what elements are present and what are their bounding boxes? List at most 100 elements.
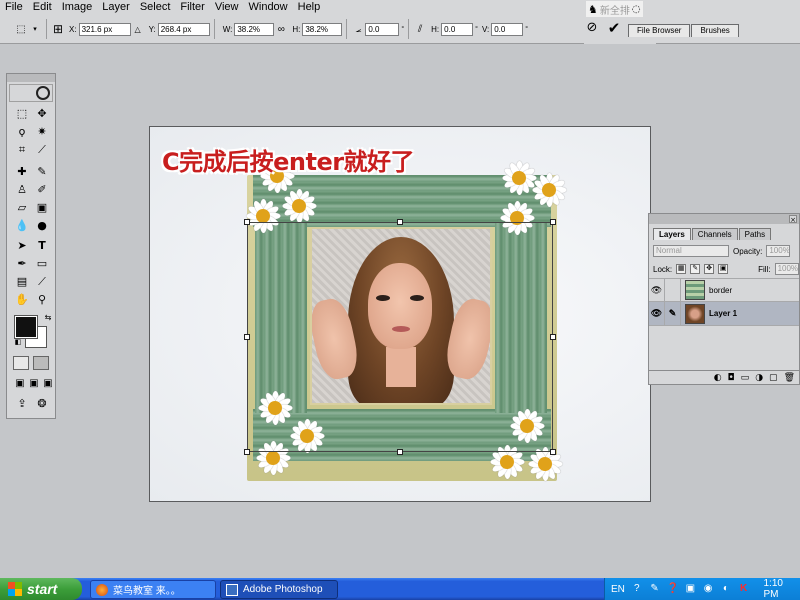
- start-button[interactable]: start: [0, 578, 82, 600]
- menu-help[interactable]: Help: [293, 0, 326, 15]
- gradient-tool-icon[interactable]: ▣: [33, 200, 51, 216]
- slice-tool-icon[interactable]: ⟋: [33, 142, 51, 158]
- opacity-field[interactable]: 100%: [766, 245, 791, 257]
- tab-paths[interactable]: Paths: [738, 228, 772, 240]
- visibility-eye-icon[interactable]: 👁: [649, 278, 665, 302]
- blend-mode-select[interactable]: Normal: [653, 245, 729, 257]
- default-colors-icon[interactable]: ◧: [9, 334, 27, 350]
- brush-link-icon[interactable]: ✎: [665, 301, 681, 326]
- transform-handle-top-right[interactable]: [550, 219, 556, 225]
- tab-channels[interactable]: Channels: [691, 228, 738, 240]
- commit-transform-button[interactable]: ✔: [606, 20, 622, 36]
- menu-layer[interactable]: Layer: [97, 0, 135, 15]
- lasso-tool-icon[interactable]: ϙ: [13, 124, 31, 140]
- magic-wand-tool-icon[interactable]: ✷: [33, 124, 51, 140]
- pen-icon[interactable]: ✎: [649, 583, 661, 595]
- transform-tool-icon[interactable]: ⬚: [14, 22, 28, 36]
- swap-colors-icon[interactable]: ⇆: [39, 310, 57, 326]
- network-icon[interactable]: ▣: [684, 583, 696, 595]
- cancel-transform-button[interactable]: ⊘: [585, 21, 599, 35]
- tab-file-browser[interactable]: File Browser: [628, 24, 691, 37]
- jump-to-imageready-icon[interactable]: ⇪: [13, 396, 31, 412]
- layer-link-box[interactable]: [665, 278, 681, 302]
- path-selection-tool-icon[interactable]: ➤: [13, 238, 31, 254]
- tab-layers[interactable]: Layers: [653, 228, 691, 240]
- document-canvas[interactable]: C完成后按enter就好了: [149, 126, 651, 502]
- menu-window[interactable]: Window: [244, 0, 293, 15]
- marquee-tool-icon[interactable]: ⬚: [13, 106, 31, 122]
- transform-handle-bottom-right[interactable]: [550, 449, 556, 455]
- lock-transparency-icon[interactable]: ▦: [676, 264, 687, 274]
- transform-handle-left[interactable]: [244, 334, 250, 340]
- layer-row-border[interactable]: 👁 border: [649, 278, 799, 302]
- delta-icon[interactable]: △: [131, 22, 145, 36]
- hskew-field[interactable]: 0.0: [441, 22, 474, 36]
- link-icon[interactable]: ∞: [274, 22, 288, 36]
- mask-icon[interactable]: ◘: [728, 373, 735, 383]
- trash-icon[interactable]: 🗑: [784, 373, 795, 383]
- standard-mode-button[interactable]: [13, 356, 29, 370]
- transform-handle-top[interactable]: [397, 219, 403, 225]
- type-tool-icon[interactable]: T: [33, 238, 51, 254]
- toolbox-titlebar[interactable]: [7, 74, 55, 82]
- antivirus-icon[interactable]: ◉: [702, 583, 714, 595]
- transform-handle-top-left[interactable]: [244, 219, 250, 225]
- menu-file[interactable]: File: [0, 0, 28, 15]
- menu-filter[interactable]: Filter: [175, 0, 209, 15]
- blur-tool-icon[interactable]: 💧: [13, 218, 31, 234]
- eyedropper-tool-icon[interactable]: ⟋: [33, 274, 51, 290]
- menu-edit[interactable]: Edit: [28, 0, 57, 15]
- taskbar-item-browser[interactable]: 菜鸟教室 来。。: [90, 580, 216, 599]
- zoom-tool-icon[interactable]: ⚲: [33, 292, 51, 308]
- hand-tool-icon[interactable]: ✋: [13, 292, 31, 308]
- lock-position-icon[interactable]: ✥: [704, 264, 715, 274]
- visibility-eye-icon[interactable]: 👁: [649, 301, 665, 326]
- menu-select[interactable]: Select: [135, 0, 176, 15]
- new-set-icon[interactable]: ▭: [741, 373, 750, 383]
- eraser-tool-icon[interactable]: ▱: [13, 200, 31, 216]
- shape-tool-icon[interactable]: ▭: [33, 256, 51, 272]
- width-field[interactable]: 38.2%: [234, 22, 275, 36]
- move-tool-icon[interactable]: ✥: [33, 106, 51, 122]
- tab-brushes[interactable]: Brushes: [691, 24, 739, 37]
- quick-mask-button[interactable]: [33, 356, 49, 370]
- vskew-field[interactable]: 0.0: [491, 22, 524, 36]
- taskbar-item-photoshop[interactable]: Adobe Photoshop: [220, 580, 338, 599]
- adjustment-layer-icon[interactable]: ◑: [755, 373, 763, 383]
- fill-field[interactable]: 100%: [774, 263, 799, 275]
- dodge-tool-icon[interactable]: ●: [33, 218, 51, 234]
- volume-icon[interactable]: ◐: [720, 583, 732, 595]
- healing-brush-tool-icon[interactable]: ✚: [13, 164, 31, 180]
- menu-image[interactable]: Image: [57, 0, 98, 15]
- y-position-field[interactable]: 268.4 px: [157, 22, 210, 36]
- angle-field[interactable]: 0.0: [365, 22, 400, 36]
- menu-view[interactable]: View: [210, 0, 244, 15]
- notes-tool-icon[interactable]: ▤: [13, 274, 31, 290]
- history-brush-tool-icon[interactable]: ✐: [33, 182, 51, 198]
- crop-tool-icon[interactable]: ⌗: [13, 142, 31, 158]
- brush-tool-icon[interactable]: ✎: [33, 164, 51, 180]
- clone-stamp-tool-icon[interactable]: ♙: [13, 182, 31, 198]
- new-layer-icon[interactable]: ▢: [769, 373, 778, 383]
- screen-mode-full-icon[interactable]: ▣: [39, 376, 57, 392]
- layers-palette-titlebar[interactable]: ×: [649, 214, 799, 224]
- transform-handle-right[interactable]: [550, 334, 556, 340]
- pen-tool-icon[interactable]: ✒: [13, 256, 31, 272]
- lock-pixels-icon[interactable]: ✎: [690, 264, 701, 274]
- layer-row-layer-1[interactable]: 👁 ✎ Layer 1: [649, 301, 799, 326]
- dropdown-arrow-icon[interactable]: ▾: [28, 22, 42, 36]
- close-icon[interactable]: ×: [789, 215, 797, 224]
- height-field[interactable]: 38.2%: [302, 22, 343, 36]
- help-icon[interactable]: ?: [631, 583, 643, 595]
- reference-point-icon[interactable]: ⊞: [51, 22, 65, 36]
- lock-all-icon[interactable]: ▣: [718, 264, 729, 274]
- language-indicator[interactable]: EN: [611, 584, 625, 595]
- x-position-field[interactable]: 321.6 px: [78, 22, 131, 36]
- photoshop-logo-icon[interactable]: [9, 84, 53, 102]
- layer-style-icon[interactable]: ◐: [714, 373, 722, 383]
- free-transform-box[interactable]: [244, 219, 556, 455]
- kaspersky-icon[interactable]: K: [738, 583, 750, 595]
- transform-handle-bottom[interactable]: [397, 449, 403, 455]
- question-icon[interactable]: ❓: [666, 583, 678, 595]
- imageready-icon[interactable]: ❂: [33, 396, 51, 412]
